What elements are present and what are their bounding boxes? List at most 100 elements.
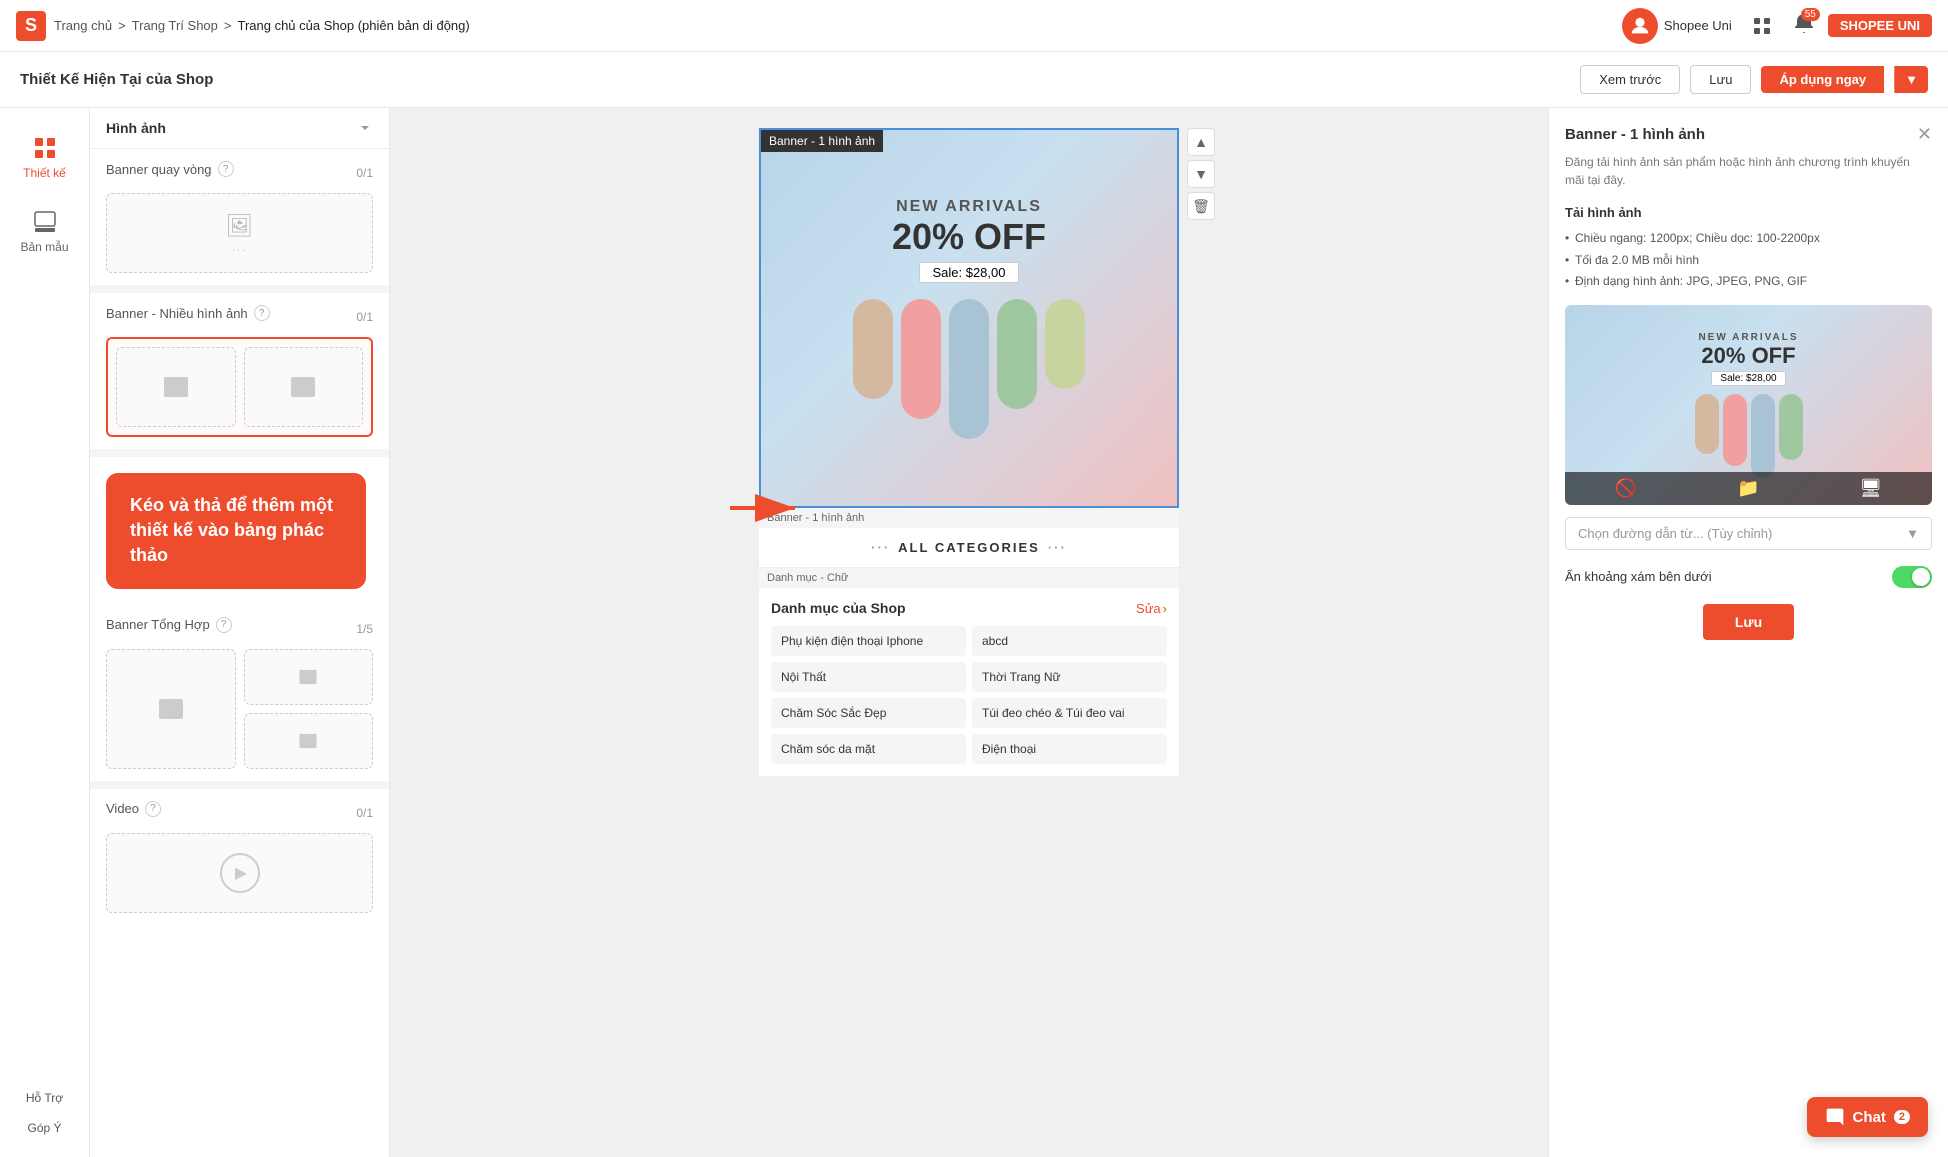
cat-dots-right: ··· (1048, 540, 1067, 555)
canvas-wrapper: Banner - 1 hình ảnh NEW ARRIVALS 20% OFF… (759, 128, 1179, 776)
img-toolbar-desktop[interactable]: 🖥 (1849, 478, 1892, 499)
capsule-1 (853, 299, 893, 399)
banner-off-text: 20% OFF (853, 216, 1085, 258)
placeholder-2 (289, 375, 317, 399)
sidebar-gop-y[interactable]: Góp Ý (21, 1115, 67, 1141)
panel-collapse-icon[interactable] (357, 120, 373, 136)
banner-tong-hop-large-card[interactable] (106, 649, 236, 769)
close-button[interactable]: ✕ (1917, 124, 1932, 145)
arrow-indicator (730, 488, 810, 531)
upload-info-2: Định dạng hình ảnh: JPG, JPEG, PNG, GIF (1565, 271, 1932, 293)
toggle-label: Ẩn khoảng xám bên dưới (1565, 569, 1712, 584)
shop-cat-header: Danh mục của Shop Sửa › (771, 600, 1167, 616)
save-button[interactable]: Lưu (1690, 65, 1751, 94)
all-categories: ··· ALL CATEGORIES ··· (759, 528, 1179, 568)
canvas-danh-muc-label-text: Danh mục - Chữ (767, 572, 848, 584)
shopee-uni-label: Shopee Uni (1664, 18, 1732, 33)
categories-grid: Phụ kiện điện thoại Iphone abcd Nội Thất… (771, 626, 1167, 764)
notification-badge: 55 (1801, 8, 1820, 21)
video-title: Video ? (106, 801, 161, 817)
move-down-button[interactable]: ▼ (1187, 160, 1215, 188)
sidebar-ban-mau-label: Bản mẫu (20, 240, 68, 254)
notification-bell[interactable]: 55 (1792, 12, 1816, 39)
chat-label: Chat (1853, 1109, 1886, 1126)
capsule-4 (997, 299, 1037, 409)
shopee-uni-icon (1622, 8, 1658, 44)
video-card[interactable]: ▶ (106, 833, 373, 913)
banner-nhieu-count: 0/1 (356, 310, 373, 324)
cat-item-3-left: Chăm sóc da mặt (771, 734, 966, 764)
banner-tong-hop-grid (106, 649, 373, 769)
canvas-label-danh-muc: Danh mục - Chữ (759, 568, 1179, 588)
help-icon-3[interactable]: ? (145, 801, 161, 817)
toggle-switch[interactable] (1892, 566, 1932, 588)
section-divider-3 (90, 781, 389, 789)
drag-tooltip: Kéo và thả để thêm một thiết kế vào bảng… (106, 473, 366, 589)
preview-capsule-4 (1779, 394, 1803, 460)
upload-info-1: Tối đa 2.0 MB mỗi hình (1565, 250, 1932, 272)
top-navigation: S Trang chủ > Trang Trí Shop > Trang chủ… (0, 0, 1948, 52)
banner-tong-hop-card-2[interactable] (244, 649, 374, 705)
page-title: Thiết Kế Hiện Tại của Shop (20, 71, 213, 88)
capsule-5 (1045, 299, 1085, 389)
sidebar-item-ban-mau[interactable]: Bản mẫu (9, 198, 81, 264)
image-preview-box: NEW ARRIVALS 20% OFF Sale: $28,00 🚫 📁 🖥 (1565, 305, 1932, 505)
img-toolbar-folder[interactable]: 📁 (1727, 478, 1769, 499)
banner-nhieu-card-2[interactable] (244, 347, 364, 427)
select-link-dropdown[interactable]: Chọn đường dẫn từ... (Tùy chỉnh) ▼ (1565, 517, 1932, 550)
upload-info-list: Chiều ngang: 1200px; Chiều dọc: 100-2200… (1565, 228, 1932, 293)
sidebar-item-thiet-ke[interactable]: Thiết kế (9, 124, 81, 190)
banner-preview[interactable]: Banner - 1 hình ảnh NEW ARRIVALS 20% OFF… (759, 128, 1179, 508)
sidebar-bottom: Hỗ Trợ Góp Ý (20, 1085, 69, 1141)
banner-nhieu-title: Banner - Nhiều hình ảnh ? (106, 305, 270, 321)
sidebar-ho-tro[interactable]: Hỗ Trợ (20, 1085, 69, 1111)
shop-cat-title: Danh mục của Shop (771, 600, 906, 616)
cat-item-0-right: abcd (972, 626, 1167, 656)
help-icon-1[interactable]: ? (254, 305, 270, 321)
preview-button[interactable]: Xem trước (1580, 65, 1680, 94)
banner-quay-vong-card[interactable]: 🖼 ... (106, 193, 373, 273)
banner-tong-hop-count: 1/5 (356, 622, 373, 636)
components-panel: Hình ảnh Banner quay vòng ? 0/1 🖼 ... (90, 108, 390, 1157)
apps-grid-icon[interactable] (1744, 8, 1780, 44)
help-icon-2[interactable]: ? (216, 617, 232, 633)
breadcrumb-sep1: > (118, 18, 126, 33)
banner-tong-hop-card-3[interactable] (244, 713, 374, 769)
user-label[interactable]: SHOPEE UNI (1828, 14, 1932, 37)
section-divider-2 (90, 449, 389, 457)
section-divider-1 (90, 285, 389, 293)
shop-cat-edit-button[interactable]: Sửa › (1136, 601, 1167, 616)
apply-button[interactable]: Áp dụng ngay (1761, 66, 1884, 93)
video-play-icon: ▶ (220, 853, 260, 893)
banner-canvas-label: Banner - 1 hình ảnh (761, 130, 883, 152)
breadcrumb-home[interactable]: Trang chủ (54, 18, 112, 33)
shopee-uni-widget[interactable]: Shopee Uni (1622, 8, 1732, 44)
apply-dropdown-button[interactable]: ▼ (1894, 66, 1928, 93)
upload-section-label: Tải hình ảnh (1565, 205, 1932, 220)
banner-tong-hop-title: Banner Tổng Hợp ? (106, 617, 232, 633)
breadcrumb-shop-design[interactable]: Trang Trí Shop (132, 18, 218, 33)
delete-button[interactable]: 🗑 (1187, 192, 1215, 220)
select-link-chevron: ▼ (1906, 526, 1919, 541)
img-toolbar-no-link[interactable]: 🚫 (1605, 478, 1647, 499)
capsules-row (853, 299, 1085, 439)
toggle-row: Ẩn khoảng xám bên dưới (1565, 566, 1932, 588)
right-panel: Banner - 1 hình ảnh ✕ Đăng tải hình ảnh … (1548, 108, 1948, 1157)
right-panel-description: Đăng tải hình ảnh sản phẩm hoặc hình ảnh… (1565, 153, 1932, 189)
save-right-button[interactable]: Lưu (1703, 604, 1794, 640)
select-link-placeholder: Chọn đường dẫn từ... (Tùy chỉnh) (1578, 526, 1772, 541)
banner-sale-badge: Sale: $28,00 (919, 262, 1018, 283)
preview-capsule-2 (1723, 394, 1747, 466)
chat-button[interactable]: Chat 2 (1807, 1097, 1928, 1137)
banner-tong-hop-section: Banner Tổng Hợp ? 1/5 (90, 605, 389, 781)
breadcrumb-current: Trang chủ của Shop (phiên bản di động) (237, 18, 469, 33)
image-preview-content: NEW ARRIVALS 20% OFF Sale: $28,00 (1695, 332, 1803, 478)
right-panel-header: Banner - 1 hình ảnh ✕ (1565, 124, 1932, 145)
help-icon-0[interactable]: ? (218, 161, 234, 177)
banner-nhieu-card-1[interactable] (116, 347, 236, 427)
cat-item-3-right: Điện thoại (972, 734, 1167, 764)
capsule-2 (901, 299, 941, 419)
move-up-button[interactable]: ▲ (1187, 128, 1215, 156)
shopee-logo: S (16, 11, 46, 41)
banner-nhieu-section: Banner - Nhiều hình ảnh ? 0/1 (90, 293, 389, 449)
